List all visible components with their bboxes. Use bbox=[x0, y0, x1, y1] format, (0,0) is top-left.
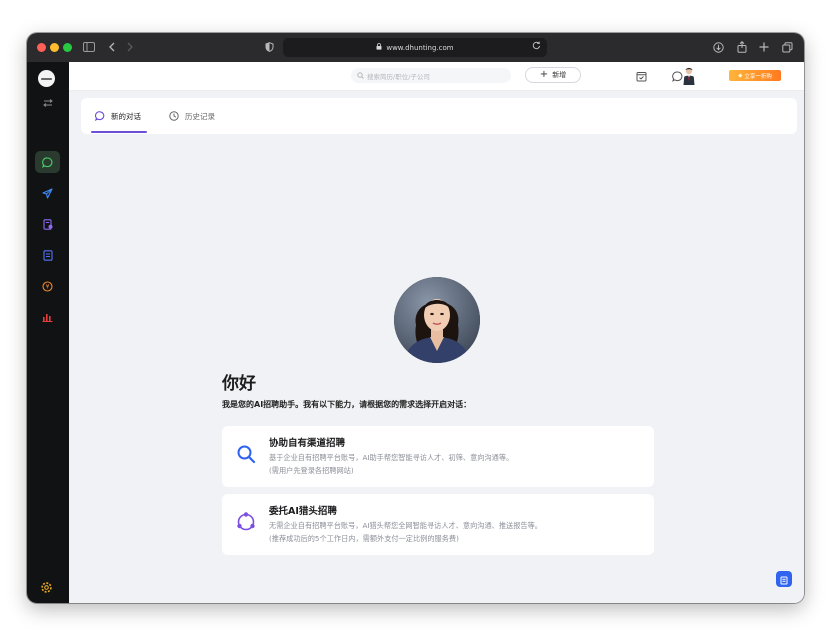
forward-icon[interactable] bbox=[122, 39, 138, 55]
option-card-ai-headhunter[interactable]: 委托AI猎头招聘 无需企业自有招聘平台账号，AI猎头帮您全网智能寻访人才、意向沟… bbox=[222, 494, 654, 555]
search-placeholder: 搜索简历/职位/子公司 bbox=[367, 72, 430, 81]
reload-icon[interactable] bbox=[532, 41, 541, 52]
privacy-shield-icon[interactable] bbox=[261, 39, 277, 55]
lock-icon bbox=[376, 43, 382, 52]
svg-text:¥: ¥ bbox=[46, 283, 50, 290]
app-topbar: 搜索简历/职位/子公司 + 新增 ◆ 立享一折购 bbox=[69, 62, 804, 91]
active-tab-indicator bbox=[91, 131, 147, 133]
sidebar-item-analytics[interactable] bbox=[35, 305, 60, 327]
option-description: 无需企业自有招聘平台账号，AI猎头帮您全网智能寻访人才、意向沟通、推送报告等。 … bbox=[269, 521, 542, 543]
clock-icon bbox=[169, 111, 179, 121]
sidebar-item-chat[interactable] bbox=[35, 151, 60, 173]
share-icon[interactable] bbox=[734, 39, 750, 55]
app-logo[interactable] bbox=[38, 70, 55, 87]
conversation-tabs: 新的对话 历史记录 bbox=[81, 98, 797, 134]
app-sidebar: ¥ bbox=[27, 62, 69, 603]
tab-history[interactable]: 历史记录 bbox=[169, 108, 215, 124]
sidebar-item-billing[interactable]: ¥ bbox=[35, 275, 60, 297]
sidebar-item-documents[interactable] bbox=[35, 244, 60, 266]
greeting-heading: 你好 bbox=[222, 374, 256, 394]
paper-plane-icon bbox=[42, 184, 53, 203]
resume-doc-icon bbox=[42, 215, 53, 234]
search-input[interactable]: 搜索简历/职位/子公司 bbox=[351, 68, 511, 83]
new-button[interactable]: + 新增 bbox=[525, 67, 581, 83]
sidebar-item-send[interactable] bbox=[35, 182, 60, 204]
browser-toolbar: www.dhunting.com bbox=[27, 33, 804, 63]
address-url: www.dhunting.com bbox=[386, 43, 454, 52]
minimize-window-button[interactable] bbox=[50, 43, 59, 52]
tab-new-chat[interactable]: 新的对话 bbox=[95, 108, 141, 124]
sidebar-item-resume[interactable] bbox=[35, 213, 60, 235]
diamond-icon: ◆ bbox=[738, 72, 743, 79]
vip-badge-label: 立享一折购 bbox=[744, 73, 772, 80]
document-icon bbox=[42, 246, 53, 265]
coin-icon: ¥ bbox=[42, 277, 53, 296]
option-title: 协助自有渠道招聘 bbox=[269, 438, 346, 449]
assistant-intro: 我是您的AI招聘助手。我有以下能力，请根据您的需求选择开启对话： bbox=[222, 400, 472, 409]
assistant-avatar bbox=[394, 277, 480, 363]
sidebar-toggle-icon[interactable] bbox=[81, 39, 97, 55]
settings-gear-icon[interactable] bbox=[40, 579, 53, 598]
download-icon[interactable] bbox=[710, 39, 726, 55]
search-icon bbox=[234, 442, 258, 466]
back-icon[interactable] bbox=[104, 39, 120, 55]
new-tab-icon[interactable] bbox=[756, 39, 772, 55]
plus-icon: + bbox=[539, 69, 549, 80]
document-edit-icon bbox=[780, 570, 789, 589]
option-description: 基于企业自有招聘平台账号，AI助手帮您智能寻访人才、初筛、意向沟通等。 (需用户… bbox=[269, 453, 514, 475]
option-title: 委托AI猎头招聘 bbox=[269, 506, 337, 517]
chat-bubble-icon bbox=[95, 111, 105, 121]
bar-chart-icon bbox=[42, 307, 53, 326]
close-window-button[interactable] bbox=[37, 43, 46, 52]
vip-promo-badge[interactable]: ◆ 立享一折购 bbox=[729, 70, 781, 81]
user-avatar[interactable] bbox=[681, 66, 697, 86]
browser-window: www.dhunting.com ¥ 搜索简历/职位/子公司 + 新增 ◆ 立享… bbox=[27, 33, 804, 603]
zoom-window-button[interactable] bbox=[63, 43, 72, 52]
feedback-button[interactable] bbox=[776, 571, 792, 587]
option-card-own-channel[interactable]: 协助自有渠道招聘 基于企业自有招聘平台账号，AI助手帮您智能寻访人才、初筛、意向… bbox=[222, 426, 654, 487]
address-bar[interactable]: www.dhunting.com bbox=[283, 38, 547, 57]
collapse-sidebar-icon[interactable] bbox=[35, 92, 60, 114]
tab-history-label: 历史记录 bbox=[185, 111, 215, 121]
tab-overview-icon[interactable] bbox=[779, 39, 795, 55]
main-content: 搜索简历/职位/子公司 + 新增 ◆ 立享一折购 新的对话 历史记录 你好 我是… bbox=[69, 62, 804, 603]
new-button-label: 新增 bbox=[552, 71, 567, 79]
search-icon bbox=[357, 72, 364, 79]
calendar-check-icon[interactable] bbox=[633, 68, 649, 84]
network-icon bbox=[234, 510, 258, 534]
tab-new-chat-label: 新的对话 bbox=[111, 111, 141, 121]
chat-bubble-icon bbox=[42, 153, 53, 172]
